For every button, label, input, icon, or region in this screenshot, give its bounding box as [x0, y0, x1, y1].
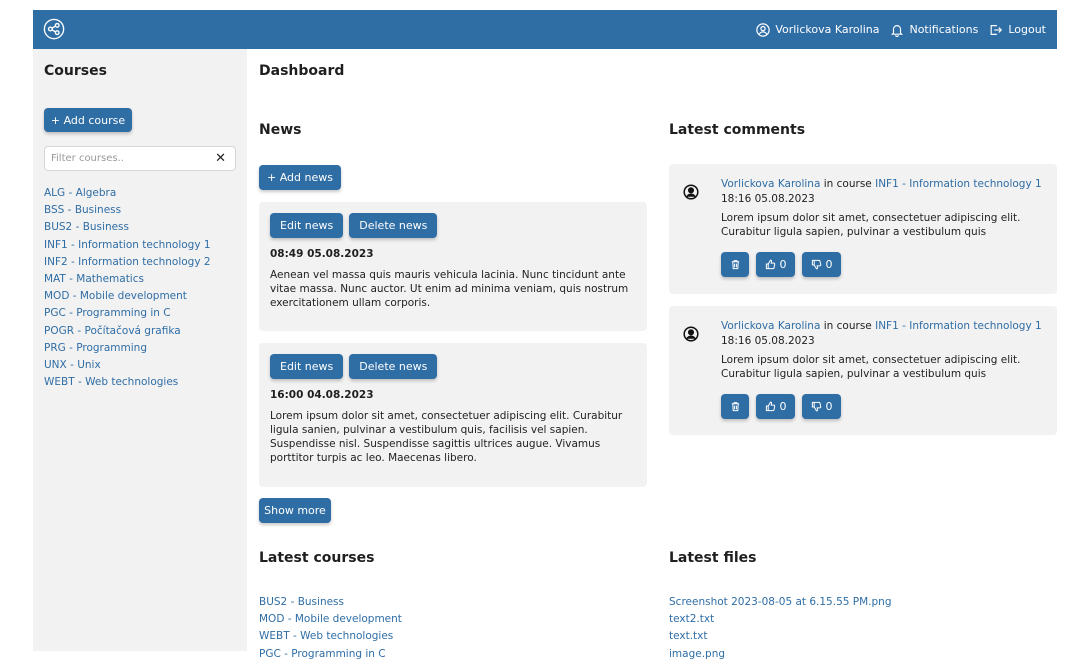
- course-link[interactable]: MAT - Mathematics: [44, 271, 211, 288]
- thumbs-down-icon: [811, 401, 821, 412]
- comment-actions: 0 0: [721, 394, 1046, 419]
- news-date: 16:00 04.08.2023: [270, 389, 374, 401]
- news-date: 08:49 05.08.2023: [270, 248, 374, 260]
- course-link[interactable]: INF1 - Information technology 1: [44, 237, 211, 254]
- delete-news-button[interactable]: Delete news: [349, 354, 438, 379]
- file-link[interactable]: image.png: [669, 646, 891, 663]
- latest-courses-title: Latest courses: [259, 550, 375, 566]
- delete-comment-button[interactable]: [721, 252, 749, 277]
- bell-icon: [891, 24, 904, 37]
- header-user-menu: Vorlickova Karolina Notifications Logout: [756, 10, 1057, 49]
- file-link[interactable]: text.txt: [669, 628, 891, 645]
- filter-courses-input[interactable]: [45, 147, 210, 170]
- course-link[interactable]: INF2 - Information technology 2: [44, 254, 211, 271]
- user-profile-link[interactable]: Vorlickova Karolina: [756, 22, 880, 37]
- dislike-count: 0: [825, 258, 833, 271]
- file-link[interactable]: Screenshot 2023-08-05 at 6.15.55 PM.png: [669, 594, 891, 611]
- course-link[interactable]: POGR - Počítačová grafika: [44, 323, 211, 340]
- course-filter: ✕: [44, 146, 236, 171]
- news-actions: Edit news Delete news: [270, 354, 636, 379]
- file-link[interactable]: text2.txt: [669, 611, 891, 628]
- user-avatar-icon: [683, 184, 699, 200]
- course-link[interactable]: PRG - Programming: [44, 340, 211, 357]
- course-link[interactable]: BUS2 - Business: [44, 219, 211, 236]
- comment-course-link[interactable]: INF1 - Information technology 1: [875, 178, 1042, 190]
- comment-author-link[interactable]: Vorlickova Karolina: [721, 178, 820, 190]
- user-name: Vorlickova Karolina: [775, 23, 880, 36]
- thumbs-down-icon: [811, 259, 821, 270]
- course-link[interactable]: BSS - Business: [44, 202, 211, 219]
- comment-in-course: in course: [823, 320, 872, 332]
- comment-in-course: in course: [823, 178, 872, 190]
- course-link[interactable]: ALG - Algebra: [44, 185, 211, 202]
- delete-comment-button[interactable]: [721, 394, 749, 419]
- comment-actions: 0 0: [721, 252, 1046, 277]
- logout-icon: [990, 24, 1003, 35]
- sidebar-title: Courses: [44, 63, 107, 79]
- user-avatar-icon: [683, 326, 699, 342]
- like-button[interactable]: 0: [756, 394, 795, 419]
- thumbs-up-icon: [765, 259, 775, 270]
- notifications-link[interactable]: Notifications: [890, 23, 978, 37]
- courses-sidebar: Courses + Add course ✕ ALG - Algebra BSS…: [33, 49, 247, 651]
- logout-label: Logout: [1008, 23, 1046, 36]
- logout-link[interactable]: Logout: [989, 23, 1046, 37]
- comment-meta: Vorlickova Karolina in course INF1 - Inf…: [721, 177, 1046, 192]
- comment-text: Lorem ipsum dolor sit amet, consectetuer…: [721, 212, 1021, 238]
- add-course-button[interactable]: + Add course: [44, 108, 132, 132]
- like-button[interactable]: 0: [756, 252, 795, 277]
- comment-content: Vorlickova Karolina in course INF1 - Inf…: [721, 319, 1046, 419]
- user-circle-icon: [756, 22, 771, 37]
- comment-author-link[interactable]: Vorlickova Karolina: [721, 320, 820, 332]
- comment-date: 18:16 05.08.2023: [721, 193, 815, 205]
- news-card: Edit news Delete news 08:49 05.08.2023 A…: [259, 202, 647, 331]
- share-icon[interactable]: [43, 18, 65, 40]
- latest-course-link[interactable]: PGC - Programming in C: [259, 646, 402, 663]
- dislike-button[interactable]: 0: [802, 394, 841, 419]
- like-count: 0: [779, 400, 787, 413]
- course-list: ALG - Algebra BSS - Business BUS2 - Busi…: [44, 185, 211, 391]
- course-link[interactable]: WEBT - Web technologies: [44, 374, 211, 391]
- latest-course-link[interactable]: MOD - Mobile development: [259, 611, 402, 628]
- news-body: Lorem ipsum dolor sit amet, consectetuer…: [270, 410, 623, 464]
- notifications-label: Notifications: [909, 23, 979, 36]
- comment-content: Vorlickova Karolina in course INF1 - Inf…: [721, 177, 1046, 277]
- top-navigation-bar: Vorlickova Karolina Notifications Logout: [33, 10, 1057, 49]
- show-more-button[interactable]: Show more: [259, 498, 331, 523]
- dislike-count: 0: [825, 400, 833, 413]
- latest-course-link[interactable]: WEBT - Web technologies: [259, 628, 402, 645]
- left-margin: [0, 0, 33, 651]
- latest-files-title: Latest files: [669, 550, 757, 566]
- thumbs-up-icon: [765, 401, 775, 412]
- edit-news-button[interactable]: Edit news: [270, 354, 344, 379]
- latest-course-link[interactable]: BUS2 - Business: [259, 594, 402, 611]
- news-title: News: [259, 122, 302, 138]
- trash-icon: [731, 402, 739, 412]
- comments-title: Latest comments: [669, 122, 806, 138]
- dislike-button[interactable]: 0: [802, 252, 841, 277]
- comment-card: Vorlickova Karolina in course INF1 - Inf…: [669, 164, 1057, 294]
- comment-card: Vorlickova Karolina in course INF1 - Inf…: [669, 306, 1057, 435]
- course-link[interactable]: UNX - Unix: [44, 357, 211, 374]
- comment-course-link[interactable]: INF1 - Information technology 1: [875, 320, 1042, 332]
- edit-news-button[interactable]: Edit news: [270, 213, 344, 238]
- latest-courses-list: BUS2 - Business MOD - Mobile development…: [259, 594, 402, 663]
- news-card: Edit news Delete news 16:00 04.08.2023 L…: [259, 343, 647, 487]
- page-title: Dashboard: [259, 63, 345, 79]
- like-count: 0: [779, 258, 787, 271]
- trash-icon: [731, 260, 739, 270]
- add-news-button[interactable]: + Add news: [259, 165, 341, 190]
- latest-files-list: Screenshot 2023-08-05 at 6.15.55 PM.png …: [669, 594, 891, 663]
- course-link[interactable]: PGC - Programming in C: [44, 305, 211, 322]
- course-link[interactable]: MOD - Mobile development: [44, 288, 211, 305]
- delete-news-button[interactable]: Delete news: [349, 213, 438, 238]
- comment-meta: Vorlickova Karolina in course INF1 - Inf…: [721, 319, 1046, 334]
- comment-text: Lorem ipsum dolor sit amet, consectetuer…: [721, 354, 1021, 380]
- clear-filter-icon[interactable]: ✕: [215, 151, 226, 166]
- news-actions: Edit news Delete news: [270, 213, 636, 238]
- comment-date: 18:16 05.08.2023: [721, 335, 815, 347]
- news-body: Aenean vel massa quis mauris vehicula la…: [270, 269, 629, 309]
- right-margin: [1057, 0, 1085, 651]
